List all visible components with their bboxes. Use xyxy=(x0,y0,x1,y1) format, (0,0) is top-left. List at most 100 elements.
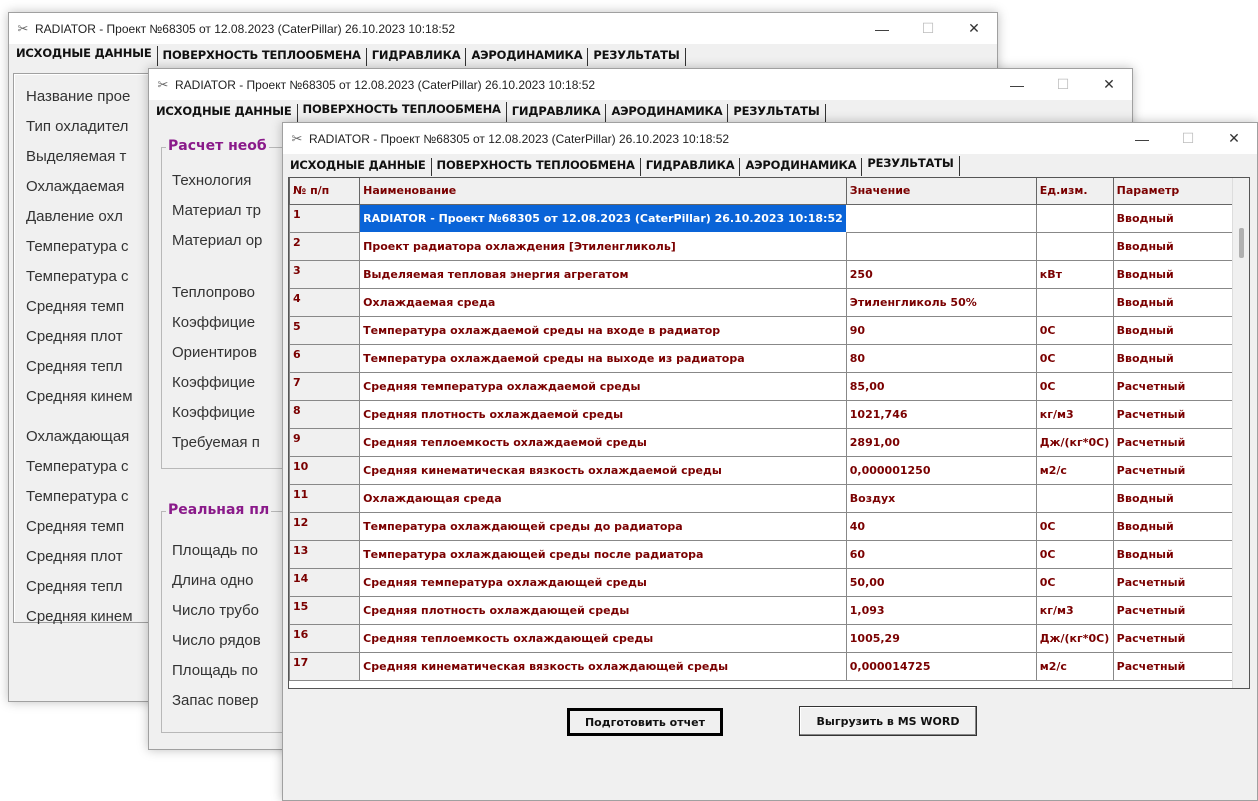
export-word-button[interactable]: Выгрузить в MS WORD xyxy=(799,706,977,736)
tab-aerodynamics[interactable]: АЭРОДИНАМИКА xyxy=(466,48,589,66)
cell-name[interactable]: Температура охлаждаемой среды на входе в… xyxy=(359,316,847,345)
table-row[interactable]: 6 Температура охлаждаемой среды на выходе… xyxy=(289,344,1249,373)
cell-number[interactable]: 5 xyxy=(289,316,361,345)
cell-number[interactable]: 7 xyxy=(289,372,361,401)
cell-name[interactable]: Средняя плотность охлаждаемой среды xyxy=(359,400,847,429)
table-row[interactable]: 15 Средняя плотность охлаждающей среды 1,0… xyxy=(289,596,1249,625)
cell-number[interactable]: 3 xyxy=(289,260,361,289)
table-row[interactable]: 14 Средняя температура охлаждающей среды 5… xyxy=(289,568,1249,597)
cell-unit[interactable] xyxy=(1036,204,1114,233)
tab-heat-surface[interactable]: ПОВЕРХНОСТЬ ТЕПЛООБМЕНА xyxy=(432,158,641,176)
prepare-report-button[interactable]: Подготовить отчет xyxy=(567,708,723,736)
cell-unit[interactable]: Дж/(кг*0С) xyxy=(1036,428,1114,457)
tab-heat-surface[interactable]: ПОВЕРХНОСТЬ ТЕПЛООБМЕНА xyxy=(158,48,367,66)
cell-name[interactable]: Средняя температура охлаждаемой среды xyxy=(359,372,847,401)
maximize-button[interactable]: ☐ xyxy=(1165,123,1211,154)
cell-unit[interactable]: 0С xyxy=(1036,344,1114,373)
tab-hydraulics[interactable]: ГИДРАВЛИКА xyxy=(507,104,607,122)
close-button[interactable]: ✕ xyxy=(951,13,997,44)
table-row[interactable]: 13 Температура охлаждающей среды после ра… xyxy=(289,540,1249,569)
cell-param[interactable]: Расчетный xyxy=(1113,624,1249,653)
tab-heat-surface[interactable]: ПОВЕРХНОСТЬ ТЕПЛООБМЕНА xyxy=(298,102,507,122)
cell-value[interactable]: 50,00 xyxy=(846,568,1037,597)
table-row[interactable]: 12 Температура охлаждающей среды до радиа… xyxy=(289,512,1249,541)
cell-unit[interactable]: 0С xyxy=(1036,512,1114,541)
cell-param[interactable]: Вводный xyxy=(1113,540,1249,569)
cell-param[interactable]: Расчетный xyxy=(1113,372,1249,401)
cell-name[interactable]: Температура охлаждающей среды после ради… xyxy=(359,540,847,569)
cell-value[interactable]: 0,000001250 xyxy=(846,456,1037,485)
cell-value[interactable]: 1005,29 xyxy=(846,624,1037,653)
cell-value[interactable]: 40 xyxy=(846,512,1037,541)
cell-name[interactable]: Охлаждающая среда xyxy=(359,484,847,513)
cell-name[interactable]: Выделяемая тепловая энергия агрегатом xyxy=(359,260,847,289)
title-bar[interactable]: ✂ RADIATOR - Проект №68305 от 12.08.2023… xyxy=(283,123,1257,154)
cell-value[interactable] xyxy=(846,232,1037,261)
cell-value[interactable]: Воздух xyxy=(846,484,1037,513)
col-header-number[interactable]: № п/п xyxy=(289,178,361,205)
cell-param[interactable]: Расчетный xyxy=(1113,652,1249,681)
cell-param[interactable]: Вводный xyxy=(1113,344,1249,373)
cell-unit[interactable] xyxy=(1036,232,1114,261)
cell-param[interactable]: Вводный xyxy=(1113,316,1249,345)
minimize-button[interactable]: — xyxy=(994,69,1040,100)
table-row[interactable]: 8 Средняя плотность охлаждаемой среды 1021… xyxy=(289,400,1249,429)
cell-param[interactable]: Вводный xyxy=(1113,232,1249,261)
table-row[interactable]: 17 Средняя кинематическая вязкость охлажд… xyxy=(289,652,1249,681)
cell-unit[interactable]: 0С xyxy=(1036,540,1114,569)
table-row[interactable]: 10 Средняя кинематическая вязкость охлажд… xyxy=(289,456,1249,485)
cell-unit[interactable]: 0С xyxy=(1036,372,1114,401)
cell-name[interactable]: Температура охлаждающей среды до радиато… xyxy=(359,512,847,541)
cell-number[interactable]: 4 xyxy=(289,288,361,317)
title-bar[interactable]: ✂ RADIATOR - Проект №68305 от 12.08.2023… xyxy=(149,69,1132,100)
cell-unit[interactable] xyxy=(1036,288,1114,317)
table-row[interactable]: 7 Средняя температура охлаждаемой среды 85… xyxy=(289,372,1249,401)
cell-value[interactable]: 90 xyxy=(846,316,1037,345)
cell-param[interactable]: Вводный xyxy=(1113,484,1249,513)
cell-unit[interactable]: кг/м3 xyxy=(1036,596,1114,625)
tab-results[interactable]: РЕЗУЛЬТАТЫ xyxy=(862,156,960,176)
cell-unit[interactable] xyxy=(1036,484,1114,513)
cell-name[interactable]: Температура охлаждаемой среды на выходе … xyxy=(359,344,847,373)
cell-unit[interactable]: кВт xyxy=(1036,260,1114,289)
cell-number[interactable]: 13 xyxy=(289,540,361,569)
cell-number[interactable]: 1 xyxy=(289,204,361,233)
close-button[interactable]: ✕ xyxy=(1211,123,1257,154)
cell-number[interactable]: 11 xyxy=(289,484,361,513)
cell-unit[interactable]: м2/с xyxy=(1036,456,1114,485)
tab-hydraulics[interactable]: ГИДРАВЛИКА xyxy=(367,48,467,66)
tab-results[interactable]: РЕЗУЛЬТАТЫ xyxy=(728,104,826,122)
results-grid[interactable]: № п/п Наименование Значение Ед.изм. Пара… xyxy=(288,177,1250,689)
tab-source-data[interactable]: ИСХОДНЫЕ ДАННЫЕ xyxy=(151,104,298,122)
cell-unit[interactable]: 0С xyxy=(1036,316,1114,345)
cell-value[interactable]: 85,00 xyxy=(846,372,1037,401)
table-row[interactable]: 4 Охлаждаемая среда Этиленгликоль 50% Вводн… xyxy=(289,288,1249,317)
cell-param[interactable]: Вводный xyxy=(1113,260,1249,289)
tab-aerodynamics[interactable]: АЭРОДИНАМИКА xyxy=(740,158,863,176)
vertical-scrollbar[interactable] xyxy=(1232,178,1249,688)
table-row[interactable]: 11 Охлаждающая среда Воздух Вводный xyxy=(289,484,1249,513)
cell-name[interactable]: Проект радиатора охлаждения [Этиленглико… xyxy=(359,232,847,261)
cell-param[interactable]: Расчетный xyxy=(1113,456,1249,485)
scrollbar-thumb[interactable] xyxy=(1239,228,1244,258)
col-header-name[interactable]: Наименование xyxy=(359,178,847,205)
table-row[interactable]: 1 RADIATOR - Проект №68305 от 12.08.2023 … xyxy=(289,203,1249,233)
cell-unit[interactable]: кг/м3 xyxy=(1036,400,1114,429)
cell-name[interactable]: RADIATOR - Проект №68305 от 12.08.2023 (… xyxy=(359,203,847,233)
tab-source-data[interactable]: ИСХОДНЫЕ ДАННЫЕ xyxy=(11,46,158,66)
maximize-button[interactable]: ☐ xyxy=(1040,69,1086,100)
cell-unit[interactable]: Дж/(кг*0С) xyxy=(1036,624,1114,653)
cell-name[interactable]: Средняя теплоемкость охлаждающей среды xyxy=(359,624,847,653)
cell-param[interactable]: Расчетный xyxy=(1113,400,1249,429)
close-button[interactable]: ✕ xyxy=(1086,69,1132,100)
title-bar[interactable]: ✂ RADIATOR - Проект №68305 от 12.08.2023… xyxy=(9,13,997,44)
tab-results[interactable]: РЕЗУЛЬТАТЫ xyxy=(588,48,686,66)
cell-name[interactable]: Средняя кинематическая вязкость охлаждае… xyxy=(359,456,847,485)
table-row[interactable]: 3 Выделяемая тепловая энергия агрегатом 25… xyxy=(289,260,1249,289)
minimize-button[interactable]: — xyxy=(859,13,905,44)
cell-unit[interactable]: м2/с xyxy=(1036,652,1114,681)
table-row[interactable]: 9 Средняя теплоемкость охлаждаемой среды 2… xyxy=(289,428,1249,457)
cell-name[interactable]: Средняя температура охлаждающей среды xyxy=(359,568,847,597)
cell-param[interactable]: Вводный xyxy=(1113,204,1249,233)
cell-number[interactable]: 2 xyxy=(289,232,361,261)
